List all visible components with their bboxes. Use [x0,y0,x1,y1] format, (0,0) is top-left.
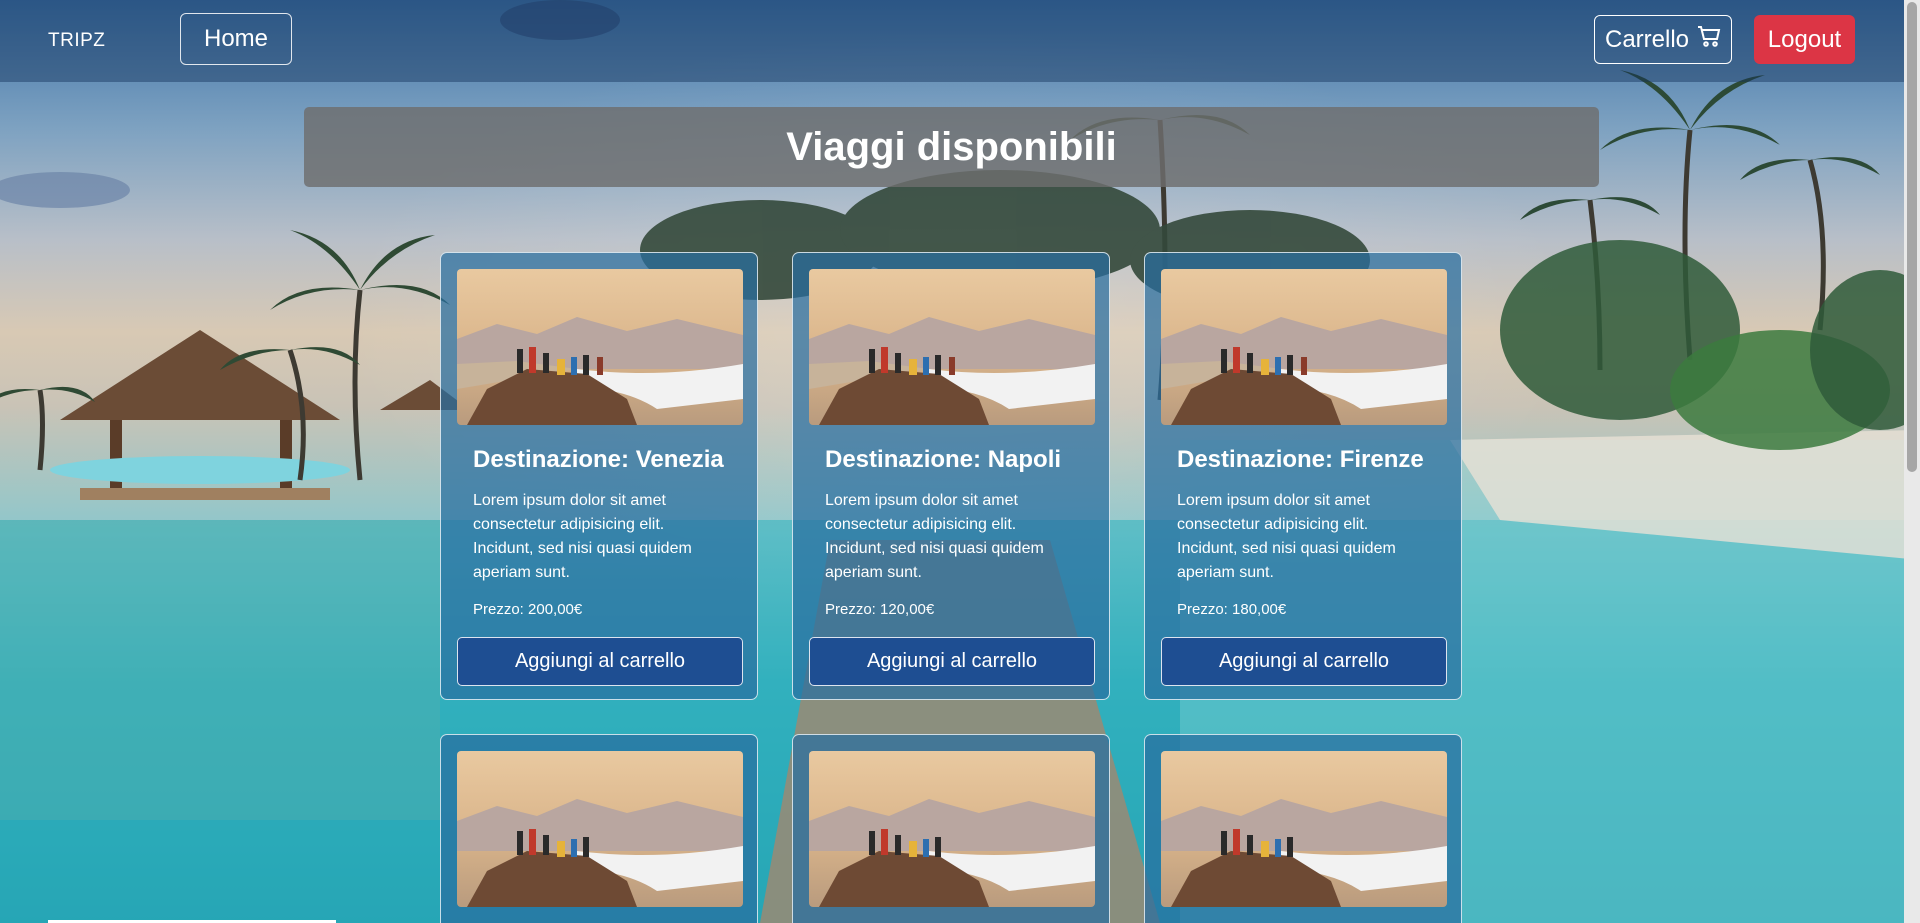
cart-label: Carrello [1604,25,1690,53]
trip-card-napoli: Destinazione: Napoli Lorem ipsum dolor s… [792,252,1110,700]
scrollbar-thumb[interactable] [1907,2,1917,472]
card-description: Lorem ipsum dolor sit amet consectetur a… [473,492,692,581]
logout-button[interactable]: Logout [1754,15,1855,64]
card-title: Destinazione: Firenze [1177,446,1424,473]
card-title: Destinazione: Venezia [473,446,724,473]
trip-card [1144,734,1462,923]
trip-card [440,734,758,923]
page-title-bar: Viaggi disponibili [304,107,1599,187]
card-price: Prezzo: 120,00€ [825,601,935,618]
add-to-cart-button[interactable]: Aggiungi al carrello [1161,637,1447,686]
card-description: Lorem ipsum dolor sit amet consectetur a… [1177,492,1396,581]
trip-image [809,269,1095,425]
card-price: Prezzo: 180,00€ [1177,601,1287,618]
page-title: Viaggi disponibili [786,124,1117,169]
add-to-cart-button[interactable]: Aggiungi al carrello [809,637,1095,686]
add-to-cart-button[interactable]: Aggiungi al carrello [457,637,743,686]
trip-card-firenze: Destinazione: Firenze Lorem ipsum dolor … [1144,252,1462,700]
vertical-scrollbar[interactable] [1904,0,1920,923]
card-price: Prezzo: 200,00€ [473,601,583,618]
cart-button[interactable]: Carrello [1594,15,1732,64]
trip-image [1161,751,1447,907]
trip-card-venezia: Destinazione: Venezia Lorem ipsum dolor … [440,252,758,700]
trip-image [1161,269,1447,425]
card-title: Destinazione: Napoli [825,446,1062,473]
trip-image [809,751,1095,907]
trip-card [792,734,1110,923]
brand-logo[interactable]: TRIPZ [48,30,105,52]
trip-image [457,751,743,907]
cart-icon [1697,25,1721,54]
trip-image [457,269,743,425]
card-description: Lorem ipsum dolor sit amet consectetur a… [825,492,1044,581]
navbar: TRIPZ Home Carrello Logout [0,0,1904,82]
home-button[interactable]: Home [180,13,292,65]
